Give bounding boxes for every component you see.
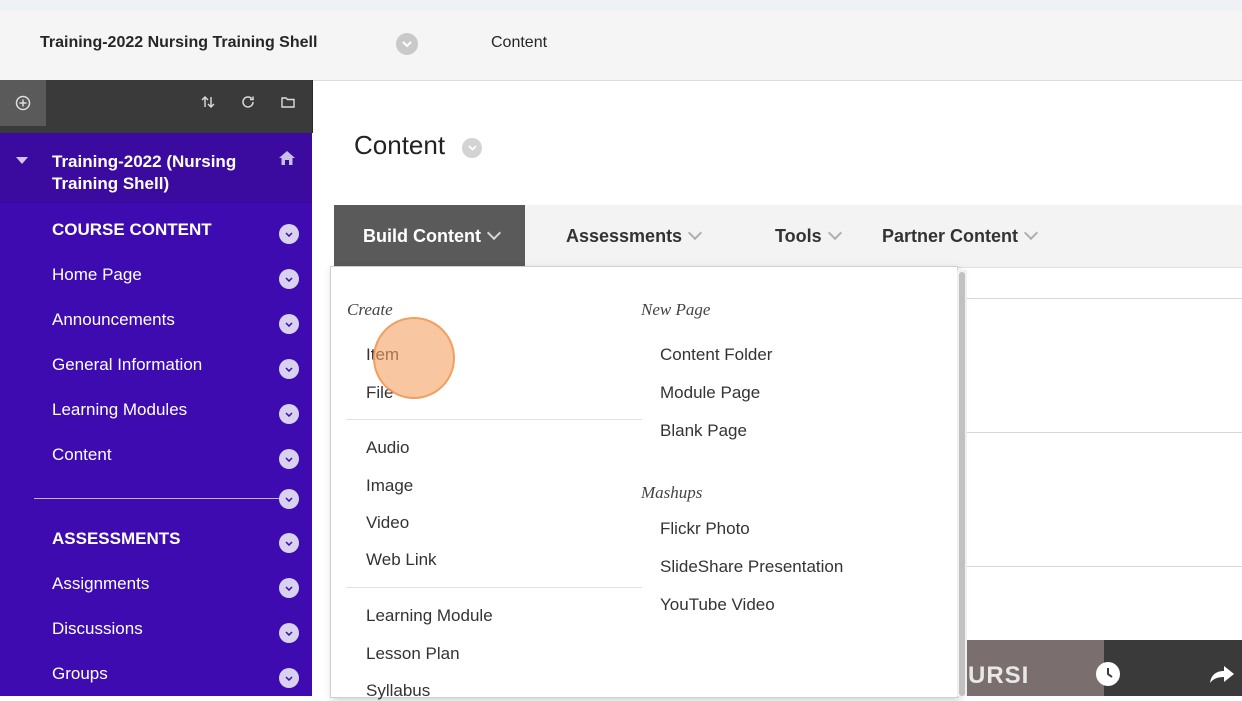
menu-scrollbar-thumb[interactable]	[959, 272, 965, 696]
refresh-icon[interactable]	[236, 90, 260, 114]
menu-item-slideshare-presentation[interactable]: SlideShare Presentation	[660, 557, 843, 577]
menu-separator	[346, 587, 642, 588]
breadcrumb: Training-2022 Nursing Training Shell Con…	[0, 10, 1242, 81]
sidebar-item-assessments[interactable]: ASSESSMENTS	[52, 529, 292, 559]
menu-separator	[346, 419, 642, 420]
partner-content-button[interactable]: Partner Content	[882, 205, 1039, 267]
chevron-down-icon[interactable]	[279, 578, 299, 598]
assessments-button[interactable]: Assessments	[566, 205, 703, 267]
sidebar-item-discussions[interactable]: Discussions	[52, 619, 292, 649]
sidebar-item-groups[interactable]: Groups	[52, 664, 292, 694]
new-page-heading: New Page	[641, 300, 711, 319]
home-icon[interactable]	[278, 150, 296, 171]
mashups-heading: Mashups	[641, 483, 703, 502]
watch-later-icon[interactable]	[1096, 662, 1120, 686]
menu-item-lesson-plan[interactable]: Lesson Plan	[366, 644, 460, 664]
menu-item-content-folder[interactable]: Content Folder	[660, 345, 772, 365]
share-icon[interactable]	[1209, 664, 1235, 689]
chevron-down-icon	[688, 225, 703, 241]
breadcrumb-current: Content	[491, 34, 548, 51]
breadcrumb-options-icon[interactable]	[396, 33, 418, 55]
assessments-label: Assessments	[566, 225, 683, 246]
sidebar-item-home-page[interactable]: Home Page	[52, 265, 292, 295]
chevron-down-icon[interactable]	[279, 668, 299, 688]
menu-item-module-page[interactable]: Module Page	[660, 383, 760, 403]
breadcrumb-course-link[interactable]: Training-2022 Nursing Training Shell	[40, 34, 317, 52]
collapse-arrow-icon[interactable]	[16, 157, 28, 164]
top-strip	[0, 0, 1242, 10]
menu-item-audio[interactable]: Audio	[366, 438, 409, 458]
chevron-down-icon[interactable]	[279, 449, 299, 469]
sidebar-item-assignments[interactable]: Assignments	[52, 574, 292, 604]
sidebar-menu: COURSE CONTENT Home Page Announcements G…	[0, 203, 312, 696]
tools-button[interactable]: Tools	[775, 205, 842, 267]
build-content-label: Build Content	[363, 225, 481, 246]
reorder-icon[interactable]	[196, 90, 220, 114]
menu-item-youtube-video[interactable]: YouTube Video	[660, 595, 775, 615]
menu-item-image[interactable]: Image	[366, 476, 413, 496]
chevron-down-icon	[827, 225, 842, 241]
menu-item-web-link[interactable]: Web Link	[366, 550, 437, 570]
chevron-down-icon	[486, 225, 502, 241]
chevron-down-icon[interactable]	[279, 224, 299, 244]
sidebar-item-general-information[interactable]: General Information	[52, 355, 292, 385]
content-row-divider	[954, 566, 1242, 567]
create-heading: Create	[347, 300, 393, 319]
build-content-button[interactable]: Build Content	[334, 205, 525, 267]
sidebar-item-content[interactable]: Content	[52, 445, 292, 475]
chevron-down-icon[interactable]	[279, 359, 299, 379]
content-row-divider	[954, 298, 1242, 299]
click-indicator	[373, 317, 455, 399]
content-row-divider	[954, 432, 1242, 433]
chevron-down-icon[interactable]	[279, 533, 299, 553]
add-menu-item-icon[interactable]	[0, 80, 46, 126]
menu-item-flickr-photo[interactable]: Flickr Photo	[660, 519, 750, 539]
action-bar: Build Content Assessments Tools Partner …	[334, 205, 1242, 268]
partner-content-label: Partner Content	[882, 225, 1019, 246]
chevron-down-icon[interactable]	[279, 314, 299, 334]
sidebar-toolbar	[0, 80, 313, 133]
sidebar-item-announcements[interactable]: Announcements	[52, 310, 292, 340]
menu-item-learning-module[interactable]: Learning Module	[366, 606, 493, 626]
menu-item-blank-page[interactable]: Blank Page	[660, 421, 747, 441]
sidebar-course-header[interactable]: Training-2022 (Nursing Training Shell)	[0, 133, 312, 203]
chevron-down-icon[interactable]	[279, 489, 299, 509]
sidebar-item-learning-modules[interactable]: Learning Modules	[52, 400, 292, 430]
sidebar-item-course-content[interactable]: COURSE CONTENT	[52, 220, 292, 250]
chevron-down-icon[interactable]	[279, 623, 299, 643]
course-sidebar: Training-2022 (Nursing Training Shell) C…	[0, 80, 313, 696]
video-preview[interactable]: URSI	[954, 640, 1242, 696]
menu-item-syllabus[interactable]: Syllabus	[366, 681, 430, 701]
chevron-down-icon[interactable]	[279, 404, 299, 424]
sidebar-divider	[34, 498, 290, 499]
video-thumbnail-text: URSI	[968, 662, 1030, 689]
page-title: Content	[354, 130, 446, 160]
menu-item-video[interactable]: Video	[366, 513, 409, 533]
page-options-icon[interactable]	[462, 138, 482, 158]
chevron-down-icon	[1023, 225, 1039, 241]
folder-view-icon[interactable]	[276, 90, 300, 114]
tools-label: Tools	[775, 225, 822, 246]
chevron-down-icon[interactable]	[279, 269, 299, 289]
sidebar-course-title: Training-2022 (Nursing Training Shell)	[52, 152, 237, 193]
menu-scrollbar[interactable]	[957, 270, 967, 696]
